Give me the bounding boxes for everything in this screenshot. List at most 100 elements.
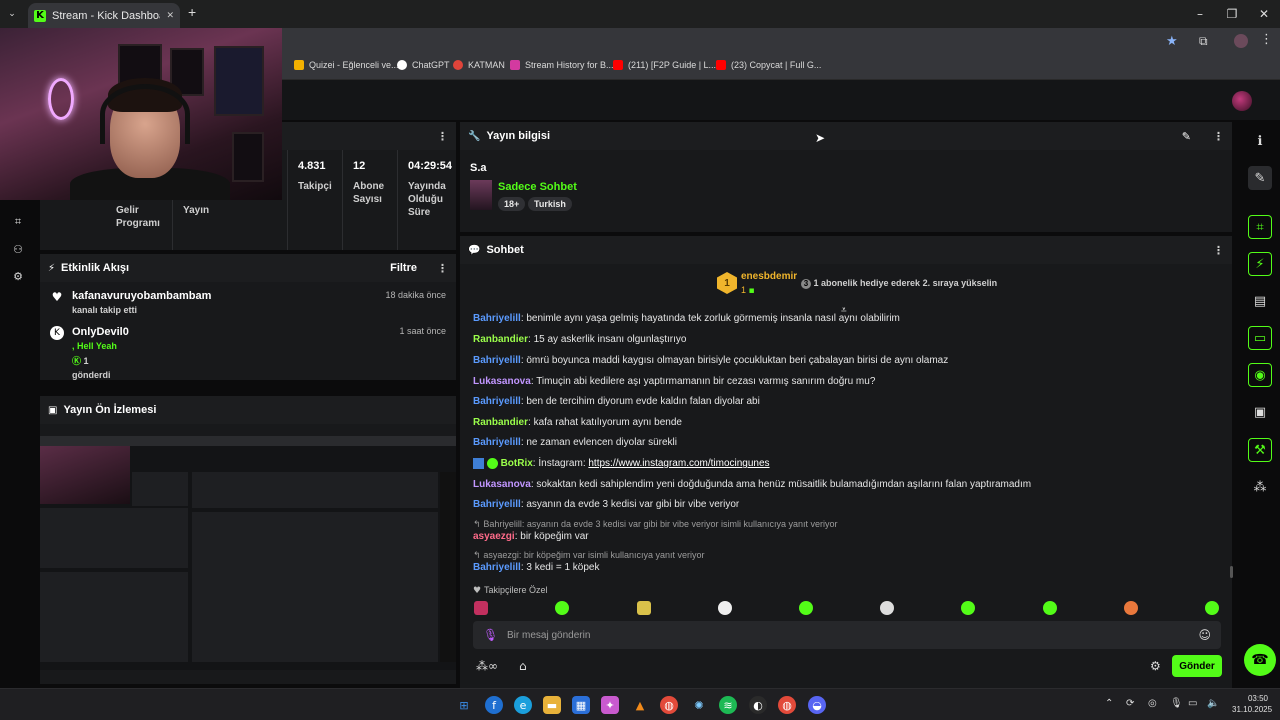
restore-icon[interactable]: ❐: [1216, 0, 1248, 28]
taskbar-clock[interactable]: 03:50 31.10.2025: [1232, 693, 1272, 715]
chat-message: Bahriyelill: ömrü boyunca maddi kaygısı …: [473, 355, 949, 366]
minimize-icon[interactable]: –: [1184, 0, 1216, 28]
emote-icon[interactable]: [637, 601, 651, 615]
chat-scrollbar[interactable]: [1230, 566, 1233, 578]
chat-message: Lukasanova: Timuçin abi kedilere aşı yap…: [473, 376, 876, 387]
emote-icon[interactable]: [799, 601, 813, 615]
emote-icon[interactable]: [1124, 601, 1138, 615]
tab-search-icon[interactable]: ⌄: [4, 6, 20, 22]
chat-message: BotRix: İnstagram: https://www.instagram…: [473, 458, 770, 469]
stat-followers: 4.831 Takipçi: [287, 150, 341, 250]
wrench-icon[interactable]: ⚒: [1248, 438, 1272, 462]
bookmark-item[interactable]: (23) Copycat | Full G...: [716, 60, 821, 70]
network-icon[interactable]: ▭: [1188, 698, 1197, 709]
obs-icon[interactable]: ◐: [749, 696, 767, 714]
chrome-icon[interactable]: ◍: [778, 696, 796, 714]
followers-count: 4.831: [298, 160, 326, 172]
send-button[interactable]: Gönder: [1172, 655, 1222, 677]
emote-icon[interactable]: [555, 601, 569, 615]
category-name[interactable]: Sadece Sohbet: [498, 181, 577, 193]
avatar[interactable]: [1232, 91, 1252, 111]
bookmark-star-icon[interactable]: ★: [1166, 34, 1178, 49]
kicks-icon[interactable]: ⁂∞: [476, 659, 498, 673]
kebab-menu-icon[interactable]: ⋮: [437, 130, 448, 143]
bookmark-item[interactable]: Quizei - Eğlenceli ve...: [294, 60, 399, 70]
document-icon[interactable]: ▤: [1248, 289, 1272, 313]
printer-icon[interactable]: ▣: [1248, 400, 1272, 424]
instagram-link[interactable]: https://www.instagram.com/timocingunes: [588, 458, 769, 469]
app-icon[interactable]: ✦: [601, 696, 619, 714]
bookmark-item[interactable]: (211) [F2P Guide | L...: [613, 60, 716, 70]
stream-preview-video[interactable]: [40, 436, 456, 670]
bookmark-favicon-icon: [453, 60, 463, 70]
heart-icon: ♥: [473, 586, 484, 596]
emote-icon[interactable]: [718, 601, 732, 615]
tray-app-icon[interactable]: ⟳: [1126, 698, 1134, 709]
layout-icon[interactable]: ⌗: [1248, 215, 1272, 239]
profile-icon[interactable]: [1234, 34, 1248, 48]
info-icon[interactable]: ℹ: [1248, 129, 1272, 153]
emoji-reaction-icon[interactable]: ⁂: [1248, 475, 1272, 499]
kebab-menu-icon[interactable]: ⋮: [1213, 244, 1224, 257]
browser-menu-icon[interactable]: ⋮: [1260, 32, 1273, 47]
windows-start-icon[interactable]: ⊞: [455, 696, 473, 714]
app-icon[interactable]: f: [485, 696, 503, 714]
emote-icon[interactable]: [961, 601, 975, 615]
chat-settings-icon[interactable]: ⚙: [1150, 659, 1161, 673]
preview-stats: [132, 472, 188, 506]
tray-app-icon[interactable]: ◎: [1148, 698, 1157, 709]
kebab-menu-icon[interactable]: ⋮: [1213, 130, 1224, 143]
bookmark-favicon-icon: [510, 60, 520, 70]
emote-icon[interactable]: [1043, 601, 1057, 615]
chrome-icon[interactable]: ◍: [660, 696, 678, 714]
bookmark-item[interactable]: ChatGPT: [397, 60, 450, 70]
support-button[interactable]: ☎: [1244, 644, 1276, 676]
activity-feed-panel: ⚡ Etkinlik Akışı Filtre ⋮ ♥ kafanavuruyo…: [40, 254, 456, 380]
tab-close-icon[interactable]: ✕: [166, 11, 174, 21]
discord-icon[interactable]: ◒: [808, 696, 826, 714]
chat-bubble-icon[interactable]: ▭: [1248, 326, 1272, 350]
browser-tab[interactable]: K Stream - Kick Dashboard ✕: [28, 3, 180, 28]
edit-icon[interactable]: ✎: [1182, 130, 1191, 143]
store-icon[interactable]: ▦: [572, 696, 590, 714]
tray-chevron-icon[interactable]: ⌃: [1105, 698, 1113, 709]
pinned-user[interactable]: enesbdemir: [741, 271, 797, 282]
bookmark-item[interactable]: KATMAN: [453, 60, 505, 70]
pinned-count: 1 ▪: [741, 285, 755, 296]
vlc-icon[interactable]: ▲: [631, 696, 649, 714]
emote-icon[interactable]: [1205, 601, 1219, 615]
broadcast-icon[interactable]: ◉: [1248, 363, 1272, 387]
bookmark-item[interactable]: Stream History for B...: [510, 60, 614, 70]
emote-icon[interactable]: [880, 601, 894, 615]
microphone-icon[interactable]: 🎙: [483, 628, 498, 642]
emote-icon[interactable]: [474, 601, 488, 615]
filter-button[interactable]: Filtre: [390, 262, 417, 274]
settings-icon[interactable]: ⚙: [10, 268, 26, 284]
kebab-menu-icon[interactable]: ⋮: [437, 262, 448, 275]
volume-icon[interactable]: 🔈: [1207, 698, 1219, 709]
bolt-icon: ⚡: [48, 262, 56, 274]
chat-message: Bahriyelill: asyanın da evde 3 kedisi va…: [473, 499, 740, 510]
layout-icon[interactable]: ⌗: [10, 214, 26, 230]
wall-poster: [232, 132, 264, 182]
chat-message: Bahriyelill: 3 kedi = 1 köpek: [473, 562, 600, 573]
users-icon[interactable]: ⚇: [10, 241, 26, 257]
window-close-icon[interactable]: ✕: [1248, 0, 1280, 28]
new-tab-button[interactable]: +: [188, 4, 196, 20]
app-icon[interactable]: ✺: [690, 696, 708, 714]
tray-mic-icon[interactable]: 🎙: [1170, 698, 1183, 709]
chat-input[interactable]: 🎙 Bir mesaj gönderin ☺: [473, 621, 1221, 649]
spotify-icon[interactable]: ≋: [719, 696, 737, 714]
youtube-icon: [613, 60, 623, 70]
preview-webcam: [40, 446, 130, 504]
store-icon[interactable]: ⌂: [519, 659, 527, 673]
extensions-icon[interactable]: ⧉: [1199, 34, 1208, 49]
edge-icon[interactable]: e: [514, 696, 532, 714]
bolt-icon[interactable]: ⚡: [1248, 252, 1272, 276]
reply-icon: ↰: [473, 520, 484, 530]
pen-icon[interactable]: ✎: [1248, 166, 1272, 190]
emoji-icon[interactable]: ☺: [1198, 628, 1211, 642]
file-explorer-icon[interactable]: ▬: [543, 696, 561, 714]
chat-message: Ranbandier: 15 ay askerlik insanı olgunl…: [473, 334, 687, 345]
list-item: ♥ kafanavuruyobambambam kanalı takip ett…: [51, 290, 446, 315]
